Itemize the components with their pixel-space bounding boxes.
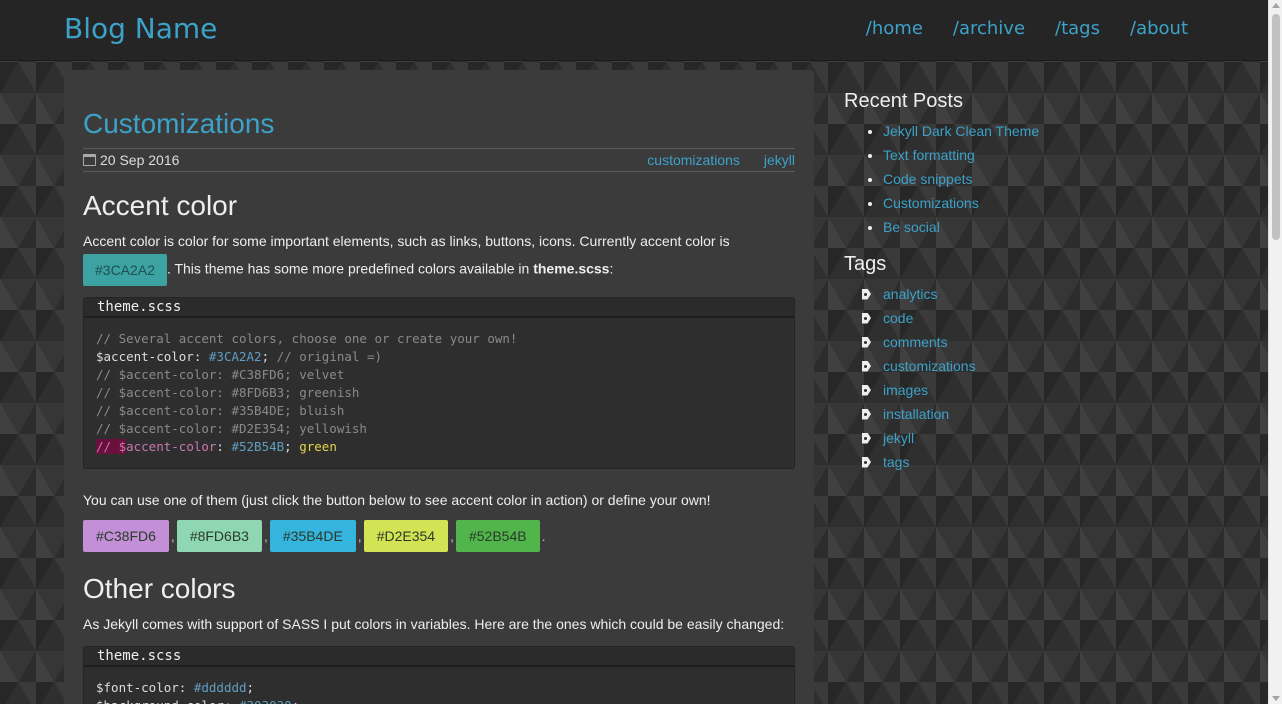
recent-post-link[interactable]: Be social <box>883 219 940 235</box>
separator: , <box>263 528 268 544</box>
post-content: Customizations 20 Sep 2016 customization… <box>64 70 814 704</box>
nav-home-link[interactable]: /home <box>866 18 923 39</box>
accent-greenish-button[interactable]: #8FD6B3 <box>176 520 262 552</box>
code-body: $font-color: #dddddd; $background-color:… <box>84 667 794 704</box>
tag-icon <box>862 361 875 372</box>
accent-yellowish-button[interactable]: #D2E354 <box>363 520 449 552</box>
tag-icon <box>862 385 875 396</box>
recent-post-link[interactable]: Customizations <box>883 195 979 211</box>
list-item: Customizations <box>883 191 1244 215</box>
list-item: images <box>862 378 1244 402</box>
accent-text-c: : <box>609 260 614 277</box>
post-tag-link[interactable]: jekyll <box>764 152 795 168</box>
accent-paragraph: Accent color is color for some important… <box>83 228 795 286</box>
tag-icon <box>862 313 875 324</box>
list-item: Code snippets <box>883 167 1244 191</box>
code-line: // $accent-color: #C38FD6; velvet <box>96 367 345 382</box>
recent-post-link[interactable]: Text formatting <box>883 147 975 163</box>
separator: , <box>170 528 175 544</box>
code-block-colors: theme.scss $font-color: #dddddd; $backgr… <box>83 646 795 704</box>
blog-name-link[interactable]: Blog Name <box>64 12 217 45</box>
list-item: jekyll <box>862 426 1244 450</box>
top-navbar: Blog Name /home /archive /tags /about <box>0 0 1268 61</box>
accent-text-bold: theme.scss <box>533 260 610 277</box>
code-line: // $accent-color: #D2E354; yellowish <box>96 421 367 436</box>
post-date-text: 20 Sep 2016 <box>100 152 180 168</box>
tag-link[interactable]: tags <box>883 450 909 474</box>
recent-posts-heading: Recent Posts <box>844 90 963 112</box>
list-item: code <box>862 306 1244 330</box>
tags-list: analytics code comments customizations i… <box>862 282 1244 474</box>
code-line: // $accent-color: #8FD6B3; greenish <box>96 385 360 400</box>
list-item: installation <box>862 402 1244 426</box>
section-heading-other-colors: Other colors <box>83 573 236 604</box>
accent-text-a: Accent color is color for some important… <box>83 233 730 249</box>
post-tags: customizations jekyll <box>647 152 795 168</box>
post-meta: 20 Sep 2016 customizations jekyll <box>83 148 795 172</box>
separator: , <box>450 528 454 544</box>
tag-icon <box>862 457 875 468</box>
accent-text-b: . This theme has some more predefined co… <box>166 260 534 277</box>
list-item: Jekyll Dark Clean Theme <box>883 119 1244 143</box>
list-item: Text formatting <box>883 143 1244 167</box>
tag-icon <box>862 289 875 300</box>
code-line: // $accent-color: #35B4DE; bluish <box>96 403 345 418</box>
post-title[interactable]: Customizations <box>83 108 274 140</box>
code-filename: theme.scss <box>84 298 794 318</box>
other-colors-paragraph: As Jekyll comes with support of SASS I p… <box>83 616 785 632</box>
code-body: // Several accent colors, choose one or … <box>84 318 794 468</box>
sidebar: Recent Posts Jekyll Dark Clean Theme Tex… <box>844 90 1244 474</box>
nav-tags-link[interactable]: /tags <box>1055 18 1100 39</box>
code-line: $accent-color: #3CA2A2; // original =) <box>96 349 383 364</box>
nav-about-link[interactable]: /about <box>1130 18 1188 39</box>
code-line: $background-color: #303030; <box>96 697 782 704</box>
accent-bluish-button[interactable]: #35B4DE <box>269 520 356 552</box>
page-scrollbar[interactable] <box>1268 0 1282 704</box>
accent-color-buttons: #C38FD6 , #8FD6B3 , #35B4DE , #D2E354 , … <box>83 520 547 552</box>
code-block-accent: theme.scss // Several accent colors, cho… <box>83 297 795 469</box>
scroll-up-arrow-icon[interactable] <box>1272 3 1280 8</box>
accent-choice-paragraph: You can use one of them (just click the … <box>83 492 711 508</box>
code-line: $font-color: #dddddd; <box>96 680 255 695</box>
calendar-icon <box>83 154 96 166</box>
code-filename: theme.scss <box>84 647 794 667</box>
accent-green-button[interactable]: #52B54B <box>455 520 540 552</box>
separator: . <box>541 528 546 544</box>
tag-link[interactable]: analytics <box>883 282 937 306</box>
tag-icon <box>862 433 875 444</box>
recent-post-link[interactable]: Code snippets <box>883 171 973 187</box>
tag-link[interactable]: comments <box>883 330 948 354</box>
list-item: tags <box>862 450 1244 474</box>
code-line: // $accent-color: #52B54B; green <box>96 439 337 454</box>
section-heading-accent: Accent color <box>83 190 238 221</box>
nav-archive-link[interactable]: /archive <box>953 18 1025 39</box>
tag-link[interactable]: code <box>883 306 913 330</box>
post-date: 20 Sep 2016 <box>83 152 179 168</box>
tag-link[interactable]: installation <box>883 402 949 426</box>
main-nav: /home /archive /tags /about <box>866 18 1188 39</box>
tag-link[interactable]: jekyll <box>883 426 914 450</box>
list-item: Be social <box>883 215 1244 239</box>
recent-post-link[interactable]: Jekyll Dark Clean Theme <box>883 123 1039 139</box>
tag-icon <box>862 409 875 420</box>
tag-link[interactable]: customizations <box>883 354 976 378</box>
tags-heading: Tags <box>844 253 887 275</box>
list-item: analytics <box>862 282 1244 306</box>
scrollbar-thumb[interactable] <box>1272 14 1280 240</box>
separator: , <box>357 528 362 544</box>
post-tag-link[interactable]: customizations <box>647 152 740 168</box>
code-line: // Several accent colors, choose one or … <box>96 331 518 346</box>
list-item: customizations <box>862 354 1244 378</box>
accent-velvet-button[interactable]: #C38FD6 <box>83 520 169 552</box>
tag-link[interactable]: images <box>883 378 928 402</box>
list-item: comments <box>862 330 1244 354</box>
accent-color-chip[interactable]: #3CA2A2 <box>83 254 167 286</box>
tag-icon <box>862 337 875 348</box>
recent-posts-list: Jekyll Dark Clean Theme Text formatting … <box>883 119 1244 239</box>
scroll-down-arrow-icon[interactable] <box>1272 696 1280 701</box>
